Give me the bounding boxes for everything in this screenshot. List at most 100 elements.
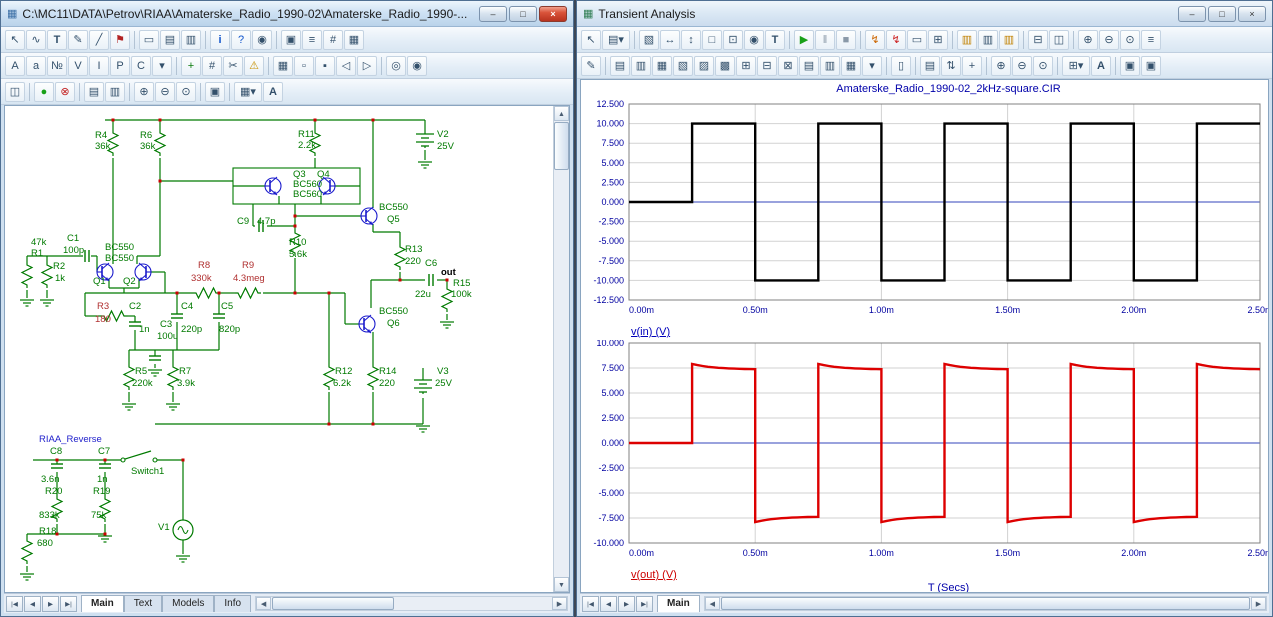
run-button[interactable]: ▶ <box>794 30 814 50</box>
pin-connections-button[interactable]: + <box>181 56 201 76</box>
conditions-button[interactable]: C <box>131 56 151 76</box>
breaker-analog-button[interactable]: ↯ <box>865 30 885 50</box>
cross-sections-button[interactable]: ✂ <box>223 56 243 76</box>
grid-dropdown-button[interactable]: ⊞▾ <box>1062 56 1090 76</box>
tab-models[interactable]: Models <box>162 595 214 612</box>
zoom-out-button[interactable]: ⊖ <box>1099 30 1119 50</box>
nav-button-3[interactable]: ▶| <box>60 596 77 612</box>
vout-plot-canvas[interactable]: 10.0007.5005.0002.5000.000-2.500-5.000-7… <box>581 340 1269 564</box>
diagonal-wire-mode-button[interactable]: ╱ <box>89 30 109 50</box>
tab-info[interactable]: Info <box>214 595 251 612</box>
nav-button-1[interactable]: ◀ <box>600 596 617 612</box>
new-page-button[interactable]: ▫ <box>294 56 314 76</box>
maximize-button[interactable]: □ <box>1208 6 1236 22</box>
watch-nodes-button[interactable]: ▥ <box>978 30 998 50</box>
kill-page-button[interactable]: ▪ <box>315 56 335 76</box>
grid-text-button[interactable]: a <box>26 56 46 76</box>
branch-currents-button[interactable]: I <box>89 56 109 76</box>
close-button[interactable]: × <box>1238 6 1266 22</box>
maximize-button[interactable]: □ <box>509 6 537 22</box>
color-palette-button[interactable]: ▦▾ <box>234 82 262 102</box>
text-mode-button[interactable]: T <box>47 30 67 50</box>
zoom-cursor-button[interactable]: ⊙ <box>1033 56 1053 76</box>
envelope-button[interactable]: ▥ <box>820 56 840 76</box>
camera-capture-button[interactable]: ▣ <box>205 82 225 102</box>
attribute-text-button[interactable]: A <box>5 56 25 76</box>
send-back-button[interactable]: ▣ <box>1141 56 1161 76</box>
curve-fill-button[interactable]: ▤ <box>799 56 819 76</box>
properties-button[interactable]: ▧ <box>639 30 659 50</box>
tab-main[interactable]: Main <box>81 595 124 612</box>
scroll-down-arrow[interactable]: ▼ <box>554 577 569 592</box>
scroll-up-arrow[interactable]: ▲ <box>554 106 569 121</box>
navigate-prev-button[interactable]: ◁ <box>336 56 356 76</box>
border-toggle-button[interactable]: ▦ <box>344 30 364 50</box>
stop-analysis-button[interactable]: ⊗ <box>55 82 75 102</box>
watch-probe-button[interactable]: ▥ <box>999 30 1019 50</box>
restore-scale-button[interactable]: ⊡ <box>723 30 743 50</box>
cursor-position-button[interactable]: + <box>962 56 982 76</box>
watch-values-button[interactable]: ▥ <box>957 30 977 50</box>
horizontal-grid-button[interactable]: ▤ <box>610 56 630 76</box>
horizontal-scroll-thumb[interactable] <box>272 597 394 610</box>
model-warning-button[interactable]: ⚠ <box>244 56 264 76</box>
font-button[interactable]: A <box>263 82 283 102</box>
nav-button-3[interactable]: ▶| <box>636 596 653 612</box>
copy-to-stack-button[interactable]: ▤ <box>84 82 104 102</box>
baseline-toggle-button[interactable]: ▧ <box>673 56 693 76</box>
bring-front-button[interactable]: ▣ <box>1120 56 1140 76</box>
tile-vertical-button[interactable]: ◫ <box>1049 30 1069 50</box>
analysis-titlebar[interactable]: ▦ Transient Analysis – □ × <box>577 1 1272 27</box>
zoom-out-button[interactable]: ⊖ <box>1012 56 1032 76</box>
scope-mode-button[interactable]: ◉ <box>744 30 764 50</box>
close-button[interactable]: × <box>539 6 567 22</box>
pause-button[interactable]: ‖ <box>815 30 835 50</box>
data-points-button[interactable]: ⊞ <box>736 56 756 76</box>
scroll-right-arrow[interactable]: ▶ <box>552 597 567 610</box>
vin-plot-canvas[interactable]: 12.50010.0007.5005.0002.5000.000-2.500-5… <box>581 99 1269 321</box>
auto-scale-button[interactable]: □ <box>702 30 722 50</box>
scroll-left-arrow[interactable]: ◀ <box>705 597 720 610</box>
grid-snap-button[interactable]: ▦ <box>273 56 293 76</box>
scroll-right-arrow[interactable]: ▶ <box>1251 597 1266 610</box>
copy-graph-button[interactable]: ▤ <box>920 56 940 76</box>
tab-text[interactable]: Text <box>124 595 162 612</box>
open-dropdown-button[interactable]: ▤▾ <box>602 30 630 50</box>
help-mode-button[interactable]: ? <box>231 30 251 50</box>
minor-grid-button[interactable]: ▦ <box>652 56 672 76</box>
normalize-button[interactable]: ⇅ <box>941 56 961 76</box>
report-mode-button[interactable]: ≡ <box>302 30 322 50</box>
power-terms-button[interactable]: P <box>110 56 130 76</box>
flag-mode-button[interactable]: ⚑ <box>110 30 130 50</box>
tracker-horizontal-button[interactable]: ▨ <box>694 56 714 76</box>
nav-button-2[interactable]: ▶ <box>42 596 59 612</box>
tab-main[interactable]: Main <box>657 595 700 612</box>
node-numbers-button[interactable]: № <box>47 56 67 76</box>
redraw-button[interactable]: ≡ <box>1141 30 1161 50</box>
display-dropdown-button[interactable]: ▾ <box>862 56 882 76</box>
zoom-in-button[interactable]: ⊕ <box>1078 30 1098 50</box>
three-d-toggle-button[interactable]: ▦ <box>841 56 861 76</box>
nav-button-0[interactable]: |◀ <box>582 596 599 612</box>
clipboard-paste-button[interactable]: ▥ <box>181 30 201 50</box>
minimize-button[interactable]: – <box>1178 6 1206 22</box>
zoom-x-axis-button[interactable]: ↔ <box>660 30 680 50</box>
tile-horizontal-button[interactable]: ⊟ <box>1028 30 1048 50</box>
select-arrow-button[interactable]: ↖ <box>5 30 25 50</box>
run-analysis-button[interactable]: ● <box>34 82 54 102</box>
mode-dropdown-button[interactable]: ▾ <box>152 56 172 76</box>
navigate-next-button[interactable]: ▷ <box>357 56 377 76</box>
zoom-area-button[interactable]: ⊙ <box>1120 30 1140 50</box>
graphics-mode-button[interactable]: ✎ <box>68 30 88 50</box>
picture-mode-button[interactable]: ▣ <box>281 30 301 50</box>
zoom-out-button[interactable]: ⊖ <box>155 82 175 102</box>
nav-button-1[interactable]: ◀ <box>24 596 41 612</box>
horizontal-scroll-thumb[interactable] <box>721 597 1250 610</box>
scroll-left-arrow[interactable]: ◀ <box>256 597 271 610</box>
grid-toggle-button[interactable]: # <box>323 30 343 50</box>
node-voltages-button[interactable]: V <box>68 56 88 76</box>
zoom-scale-button[interactable]: ⊙ <box>176 82 196 102</box>
select-arrow-button[interactable]: ↖ <box>581 30 601 50</box>
minimize-button[interactable]: – <box>479 6 507 22</box>
scope-probe-mode-button[interactable]: ◉ <box>252 30 272 50</box>
